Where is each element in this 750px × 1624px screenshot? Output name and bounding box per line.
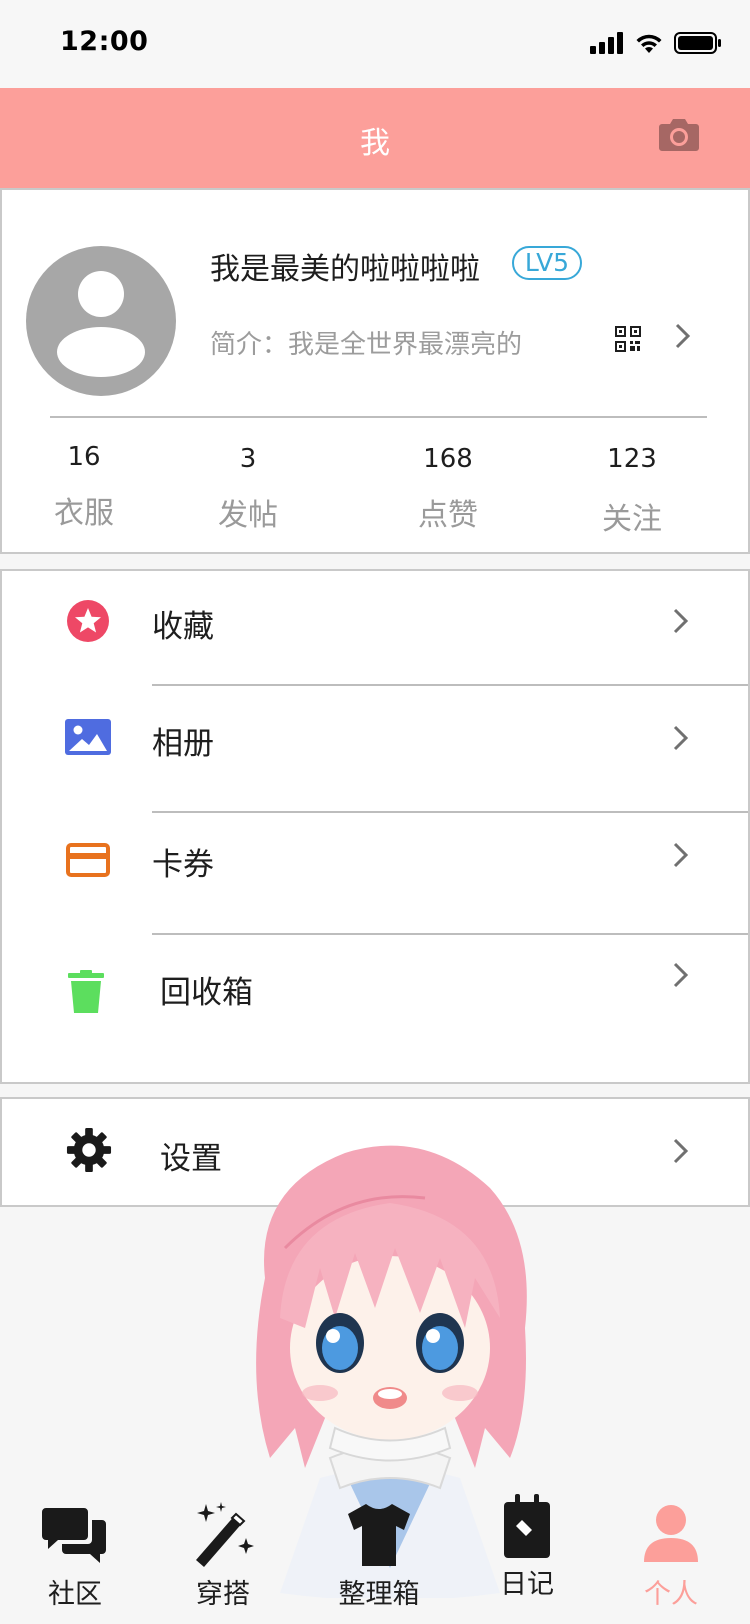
tab-label: 个人 [644,1579,698,1610]
photo-album-icon [65,719,111,755]
chevron-right-icon [673,608,689,634]
chevron-right-icon [673,842,689,868]
battery-icon [674,32,721,54]
username: 我是最美的啦啦啦啦 [210,252,480,287]
default-avatar-icon [57,271,145,377]
chevron-right-icon [673,962,689,988]
nav-bar: 我 [0,88,750,188]
tab-label: 整理箱 [338,1579,420,1610]
tab-label: 社区 [48,1579,102,1610]
stat-label: 关注 [602,502,662,537]
chevron-right-icon [673,1138,689,1164]
wifi-icon [636,34,662,53]
stat-value: 16 [67,442,101,472]
avatar[interactable] [26,246,176,396]
level-badge: LV5 [512,246,582,280]
stat-following[interactable]: 123 关注 [562,444,702,538]
stat-label: 衣服 [54,496,114,531]
camera-icon[interactable] [658,116,700,152]
card-icon [66,843,110,877]
menu-item-favorites[interactable]: 收藏 [2,571,748,691]
stat-clothes[interactable]: 16 衣服 [14,442,154,532]
status-bar: 12:00 [0,0,750,88]
settings-label: 设置 [160,1141,222,1177]
tab-wardrobe[interactable]: 整理箱 [314,1500,444,1611]
tab-outfit[interactable]: 穿搭 [158,1500,288,1611]
profile-card[interactable]: 我是最美的啦啦啦啦 LV5 简介：我是全世界最漂亮的 16 衣服 3 发帖 16… [0,188,750,554]
chat-bubbles-icon [42,1508,106,1563]
menu-item-album[interactable]: 相册 [2,688,748,813]
gear-icon [66,1127,112,1173]
status-time: 12:00 [60,26,149,57]
trash-icon [68,970,104,1013]
person-icon [644,1505,698,1562]
status-icons [590,30,722,56]
page-title: 我 [360,126,390,161]
signal-icon [590,32,623,54]
menu-label: 回收箱 [160,975,253,1011]
menu-divider [152,684,748,686]
menu-divider [152,811,748,813]
stat-value: 3 [239,444,257,474]
stat-label: 点赞 [418,498,478,533]
stat-label: 发帖 [218,498,278,533]
magic-wand-icon [196,1502,254,1567]
menu-label: 卡券 [152,847,214,883]
stat-posts[interactable]: 3 发帖 [178,444,318,534]
tab-profile[interactable]: 个人 [606,1500,736,1611]
stat-value: 168 [423,444,473,474]
chevron-right-icon [673,725,689,751]
chevron-right-icon[interactable] [674,322,692,350]
menu-label: 相册 [152,726,214,762]
menu-label: 收藏 [152,609,214,645]
tab-label: 穿搭 [196,1579,250,1610]
menu-item-recycle-bin[interactable]: 回收箱 [2,939,748,1059]
stat-value: 123 [607,444,657,474]
stat-likes[interactable]: 168 点赞 [378,444,518,534]
tab-community[interactable]: 社区 [10,1500,140,1611]
tab-bar: 社区 穿搭 整理箱 日记 个人 [0,1490,750,1624]
tab-label: 日记 [500,1569,554,1600]
profile-divider [50,416,707,418]
diary-icon [504,1494,550,1558]
tshirt-icon [348,1504,410,1566]
qr-code-icon[interactable] [615,326,641,352]
bio-text: 简介：我是全世界最漂亮的 [210,330,523,360]
tab-diary[interactable]: 日记 [462,1494,592,1601]
menu-card: 收藏 相册 卡券 回收箱 [0,569,750,1084]
menu-divider [152,933,748,935]
star-icon [67,600,109,642]
menu-item-coupons[interactable]: 卡券 [2,815,748,935]
